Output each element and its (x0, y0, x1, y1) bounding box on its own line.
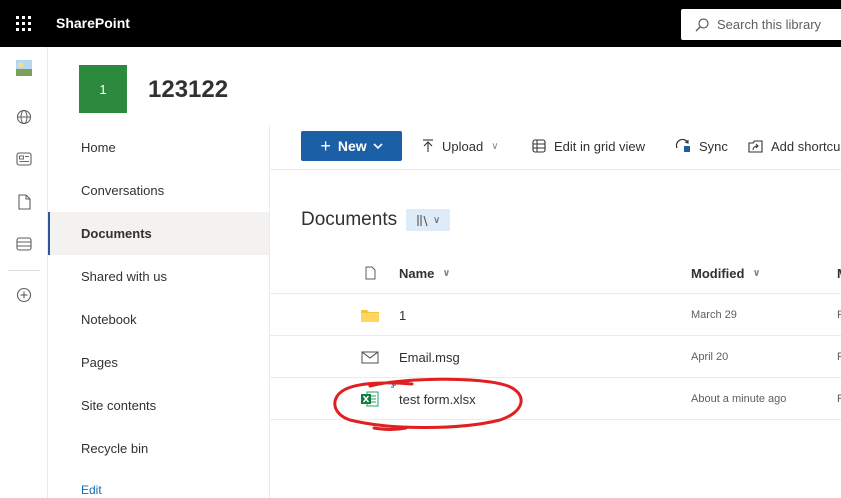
waffle-icon (16, 16, 31, 31)
command-bar: + New Upload ∨ Edit in grid view Sync Ad… (270, 126, 841, 170)
app-rail (0, 47, 48, 498)
nav-edit-link[interactable]: Edit (48, 470, 269, 498)
globe-icon[interactable] (0, 101, 48, 133)
file-modified: March 29 (691, 309, 737, 321)
avatar[interactable] (0, 52, 48, 84)
new-button[interactable]: + New (301, 131, 402, 161)
site-navigation: Home Conversations Documents Shared with… (48, 126, 270, 498)
new-button-label: New (337, 138, 367, 154)
app-name[interactable]: SharePoint (56, 15, 130, 31)
rail-divider (8, 270, 40, 271)
suite-bar: SharePoint Search this library (0, 0, 841, 47)
add-circle-icon[interactable] (0, 279, 48, 311)
nav-item-home[interactable]: Home (48, 126, 269, 169)
document-icon[interactable] (0, 186, 48, 218)
modified-column-label: Modified (691, 265, 745, 281)
nav-item-notebook[interactable]: Notebook (48, 298, 269, 341)
name-column-label: Name (399, 265, 435, 281)
file-type-column-header[interactable] (358, 252, 382, 294)
sync-label: Sync (699, 138, 728, 154)
file-modified-by: F (837, 309, 841, 321)
file-modified: About a minute ago (691, 393, 787, 405)
list-header: Name ∨ Modified ∨ M (270, 252, 841, 294)
upload-label: Upload (442, 138, 484, 154)
library-title-area: Documents ∨ (301, 209, 451, 231)
search-placeholder: Search this library (717, 17, 822, 32)
nav-item-site-contents[interactable]: Site contents (48, 384, 269, 427)
profile-image-icon (16, 60, 32, 76)
file-modified-by: F (837, 393, 841, 405)
email-icon (358, 336, 382, 378)
view-switcher[interactable]: ∨ (406, 209, 451, 231)
sync-button[interactable]: Sync (675, 131, 728, 161)
site-title[interactable]: 123122 (148, 76, 228, 104)
upload-button[interactable]: Upload ∨ (422, 131, 499, 161)
list-item[interactable]: Email.msg April 20 F (270, 336, 841, 378)
search-icon (695, 17, 709, 31)
excel-icon (358, 378, 382, 420)
grid-icon (532, 139, 546, 153)
new-item-icon (391, 383, 396, 388)
file-modified: April 20 (691, 351, 729, 363)
chevron-down-icon (373, 143, 383, 149)
nav-item-pages[interactable]: Pages (48, 341, 269, 384)
file-modified-by: F (837, 351, 841, 363)
site-logo[interactable]: 1 (79, 65, 127, 113)
upload-icon (422, 139, 434, 153)
nav-item-conversations[interactable]: Conversations (48, 169, 269, 212)
file-type-icon (365, 266, 375, 280)
search-box[interactable]: Search this library (681, 9, 841, 40)
file-name[interactable]: Email.msg (399, 336, 460, 378)
news-icon[interactable] (0, 143, 48, 175)
app-launcher-button[interactable] (0, 0, 47, 47)
chevron-down-icon: ∨ (491, 140, 499, 152)
library-icon (417, 214, 428, 226)
shortcut-icon (748, 139, 763, 153)
folder-icon (358, 294, 382, 336)
sync-icon (675, 139, 691, 153)
nav-item-shared-with-us[interactable]: Shared with us (48, 255, 269, 298)
name-column-header[interactable]: Name ∨ (399, 252, 451, 294)
edit-grid-view-label: Edit in grid view (554, 138, 646, 154)
modified-column-header[interactable]: Modified ∨ (691, 252, 761, 294)
chevron-down-icon: ∨ (752, 267, 761, 279)
file-name[interactable]: 1 (399, 294, 406, 336)
nav-item-documents[interactable]: Documents (48, 212, 269, 255)
add-shortcut-label: Add shortcu (771, 138, 841, 154)
library-title[interactable]: Documents (301, 209, 397, 231)
edit-grid-view-button[interactable]: Edit in grid view (532, 131, 645, 161)
modified-by-column-header[interactable]: M (837, 252, 841, 294)
list-icon[interactable] (0, 228, 48, 260)
list-item[interactable]: test form.xlsx About a minute ago F (270, 378, 841, 420)
plus-icon: + (320, 135, 331, 156)
nav-item-recycle-bin[interactable]: Recycle bin (48, 427, 269, 470)
chevron-down-icon: ∨ (432, 214, 441, 226)
file-name[interactable]: test form.xlsx (399, 378, 476, 420)
chevron-down-icon: ∨ (442, 267, 451, 279)
add-shortcut-button[interactable]: Add shortcu (748, 131, 840, 161)
list-item[interactable]: 1 March 29 F (270, 294, 841, 336)
